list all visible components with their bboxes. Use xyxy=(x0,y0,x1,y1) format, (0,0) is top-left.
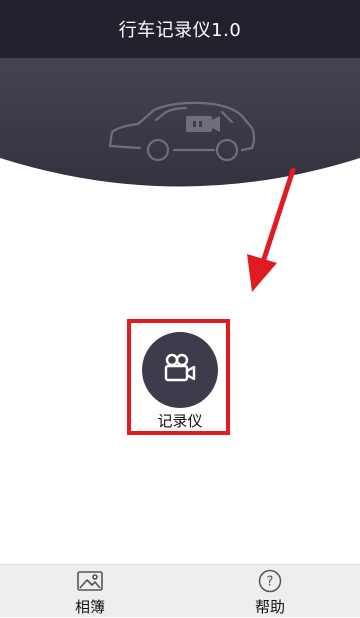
app-title: 行车记录仪1.0 xyxy=(118,20,242,41)
tab-help[interactable]: ? 帮助 xyxy=(220,565,320,618)
car-icon xyxy=(102,94,262,166)
tab-album-label: 相簿 xyxy=(74,598,105,616)
tab-help-label: 帮助 xyxy=(254,598,285,616)
svg-text:?: ? xyxy=(267,575,274,590)
video-camera-icon xyxy=(163,353,197,387)
annotation-arrow xyxy=(247,167,296,292)
tab-album[interactable]: 相簿 xyxy=(40,565,140,618)
recorder-button[interactable] xyxy=(142,332,218,408)
help-circle-icon: ? xyxy=(258,569,282,593)
bottom-tab-bar: 相簿 ? 帮助 xyxy=(0,564,360,617)
recorder-label: 记录仪 xyxy=(157,412,203,430)
title-bar: 行车记录仪1.0 xyxy=(0,0,360,58)
image-icon xyxy=(77,570,103,592)
